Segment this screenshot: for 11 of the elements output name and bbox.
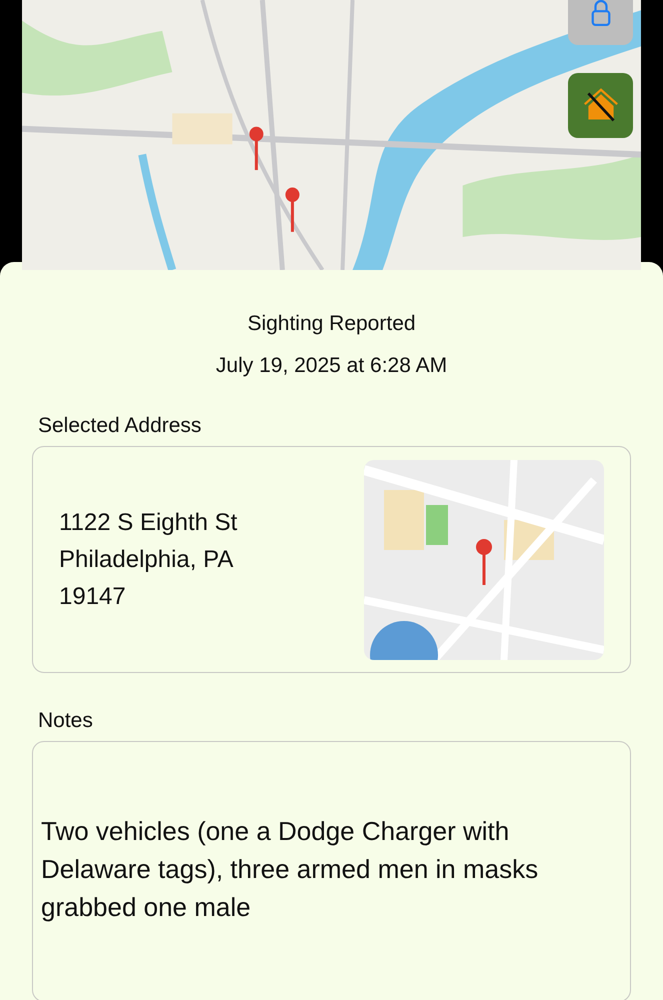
address-line: Philadelphia, PA xyxy=(59,545,234,576)
section-label: Selected Address xyxy=(38,414,202,438)
address-line: 19147 xyxy=(59,582,127,612)
timestamp: July 19, 2025 at 6:28 AM xyxy=(216,354,448,378)
notes-field[interactable]: Two vehicles (one a Dodge Charger with Delaware tags), three armed men in masks grabbed one male xyxy=(32,741,631,1000)
address-line: 1122 S Eighth St xyxy=(59,508,238,538)
sheet-title: Sighting Reported xyxy=(247,312,416,336)
home-off-button[interactable] xyxy=(568,73,633,138)
home-off-icon xyxy=(582,88,618,124)
lock-icon xyxy=(590,0,612,26)
section-label: Notes xyxy=(38,709,93,734)
